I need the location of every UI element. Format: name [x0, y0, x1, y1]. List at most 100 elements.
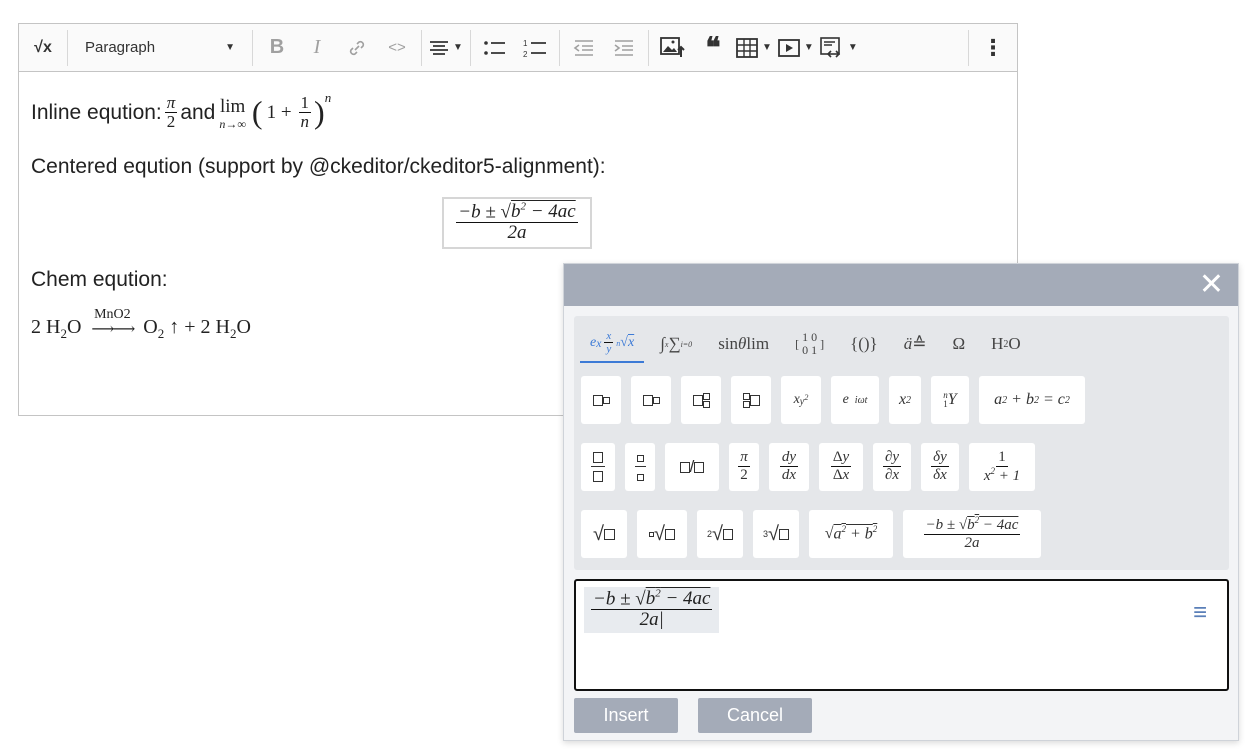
dialog-header: ✕ [564, 264, 1238, 306]
pi-over-2-equation: π2 [164, 93, 178, 131]
bold-button[interactable]: B [260, 31, 294, 65]
delta-ratio-template[interactable]: Δy Δx [819, 443, 863, 491]
limit-equation: lim n→∞ ( 1 + 1n ) n [219, 90, 332, 131]
cube-root-template[interactable]: 3 √ [753, 510, 799, 558]
tab-greek[interactable]: Ω [942, 325, 975, 363]
chevron-down-icon: ▼ [453, 42, 463, 53]
link-icon [349, 40, 365, 55]
indent-icon [614, 39, 633, 56]
toolbar-separator [470, 29, 471, 66]
toolbar-separator [648, 29, 649, 66]
editor-toolbar: √x Paragraph ▼ B I <> ▼ 12 ❝ ▼ ▼ ▼ ⋮ [19, 24, 1017, 72]
exponential-template[interactable]: e iωt [831, 376, 879, 424]
insert-image-button[interactable] [656, 31, 690, 65]
more-vertical-icon: ⋮ [982, 34, 1004, 60]
chevron-down-icon: ▼ [847, 42, 858, 53]
palette-row-fractions: / π2 dy dx Δy Δx ∂y ∂x δy δx 1 x2 + 1 [581, 443, 1045, 491]
numbered-list-button[interactable]: 12 [518, 31, 552, 65]
tab-matrix[interactable]: [1 00 1] [785, 325, 834, 363]
indent-button[interactable] [607, 31, 641, 65]
sqrt-template[interactable]: √ [581, 510, 627, 558]
alignment-dropdown[interactable]: ▼ [429, 31, 463, 65]
outdent-button[interactable] [567, 31, 601, 65]
svg-text:1: 1 [523, 39, 528, 48]
sub-superscript-template[interactable] [681, 376, 721, 424]
toolbar-separator [67, 29, 68, 66]
sqrt-icon: √x [34, 38, 52, 56]
table-icon [736, 37, 758, 58]
nested-subscript-template[interactable]: x y2 [781, 376, 821, 424]
pi-over-2-template[interactable]: π2 [729, 443, 759, 491]
partial-derivative-template[interactable]: ∂y ∂x [873, 443, 911, 491]
insert-table-dropdown[interactable]: ▼ [736, 31, 772, 65]
pre-scripts-template[interactable]: n1Y [931, 376, 969, 424]
pre-sub-superscript-template[interactable] [731, 376, 771, 424]
chevron-down-icon: ▼ [225, 42, 235, 53]
superscript-template[interactable] [581, 376, 621, 424]
square-template[interactable]: x2 [889, 376, 921, 424]
inline-equation-paragraph[interactable]: Inline eqution: π2 and lim n→∞ ( 1 + 1n … [31, 90, 332, 132]
quadratic-formula-widget[interactable]: −b ± √b2 − 4ac 2a [442, 197, 592, 249]
tab-general[interactable]: e x x y n √ x [580, 325, 645, 363]
toolbar-separator [968, 29, 969, 66]
math-formula-button[interactable]: √x [26, 31, 60, 65]
bold-icon: B [269, 36, 285, 58]
cancel-button[interactable]: Cancel [698, 698, 812, 733]
code-icon: <> [388, 39, 406, 56]
more-items-button[interactable]: ⋮ [976, 31, 1010, 65]
bulleted-list-icon [484, 40, 505, 55]
reaction-arrow-icon: ⟶⟶ [91, 321, 135, 338]
italic-button[interactable]: I [300, 31, 334, 65]
bulleted-list-button[interactable] [478, 31, 512, 65]
block-quote-button[interactable]: ❝ [696, 31, 730, 65]
heading-dropdown[interactable]: Paragraph ▼ [75, 31, 245, 65]
subscript-template[interactable] [631, 376, 671, 424]
chevron-down-icon: ▼ [762, 42, 772, 53]
chevron-down-icon: ▼ [803, 42, 814, 53]
image-upload-icon [660, 36, 685, 57]
html-embed-dropdown[interactable]: ▼ [820, 31, 858, 65]
palette-row-scripts: x y2 e iωt x2 n1Y a2 + b2 = c2 [581, 376, 1095, 424]
link-button[interactable] [340, 31, 374, 65]
derivative-template[interactable]: dy dx [769, 443, 809, 491]
insert-button[interactable]: Insert [574, 698, 678, 733]
tab-chemistry[interactable]: H2O [981, 325, 1031, 363]
media-icon [778, 38, 800, 57]
slash-fraction-template[interactable]: / [665, 443, 719, 491]
toolbar-separator [421, 29, 422, 66]
palette-row-roots: √ √ 2 √ 3 √ √ a2 + b2 −b ± √b2 − 4ac 2a [581, 510, 1051, 558]
close-icon[interactable]: ✕ [1199, 270, 1224, 300]
tab-integrals-sums[interactable]: ∫ x ∑ i=0 [650, 325, 702, 363]
chem-equation-label[interactable]: Chem eqution: [31, 268, 168, 292]
italic-icon: I [313, 36, 321, 58]
paragraph-text: and [180, 100, 216, 124]
chem-reagent: MnO2 [94, 307, 131, 322]
centered-equation-paragraph[interactable]: Centered eqution (support by @ckeditor/c… [31, 155, 606, 179]
tab-accents[interactable]: ä ≙ [894, 325, 937, 363]
toolbar-separator [559, 29, 560, 66]
math-input-dialog: ✕ e x x y n √ x ∫ x ∑ i=0 sin θ lim [1 00 1] {()}… [563, 263, 1239, 741]
reciprocal-template[interactable]: 1 x2 + 1 [969, 443, 1035, 491]
small-fraction-template[interactable] [625, 443, 655, 491]
tab-functions-limits[interactable]: sin θ lim [708, 325, 779, 363]
variation-ratio-template[interactable]: δy δx [921, 443, 959, 491]
quadratic-formula: −b ± √b2 − 4ac 2a [456, 200, 578, 244]
formula-input-expression: −b ± √b2 − 4ac 2a| [584, 587, 720, 634]
insert-media-dropdown[interactable]: ▼ [778, 31, 814, 65]
quadratic-formula-template[interactable]: −b ± √b2 − 4ac 2a [903, 510, 1041, 558]
nth-root-template[interactable]: √ [637, 510, 687, 558]
tab-brackets[interactable]: {()} [840, 325, 888, 363]
heading-label: Paragraph [85, 39, 156, 56]
hypotenuse-template[interactable]: √ a2 + b2 [809, 510, 893, 558]
numbered-list-icon: 12 [523, 39, 546, 58]
chem-equation[interactable]: 2 H2O MnO2 ⟶⟶ O2 ↑ + 2 H2O [31, 308, 251, 344]
code-button[interactable]: <> [380, 31, 414, 65]
outdent-icon [573, 39, 593, 56]
formula-input[interactable]: −b ± √b2 − 4ac 2a| ≡ [574, 579, 1229, 691]
fraction-template[interactable] [581, 443, 615, 491]
paragraph-text: Inline eqution: [31, 100, 162, 124]
menu-icon[interactable]: ≡ [1193, 599, 1207, 627]
formula-palette: e x x y n √ x ∫ x ∑ i=0 sin θ lim [1 00 1] {()} ä… [574, 316, 1229, 570]
pythagorean-template[interactable]: a2 + b2 = c2 [979, 376, 1085, 424]
square-root-index-template[interactable]: 2 √ [697, 510, 743, 558]
